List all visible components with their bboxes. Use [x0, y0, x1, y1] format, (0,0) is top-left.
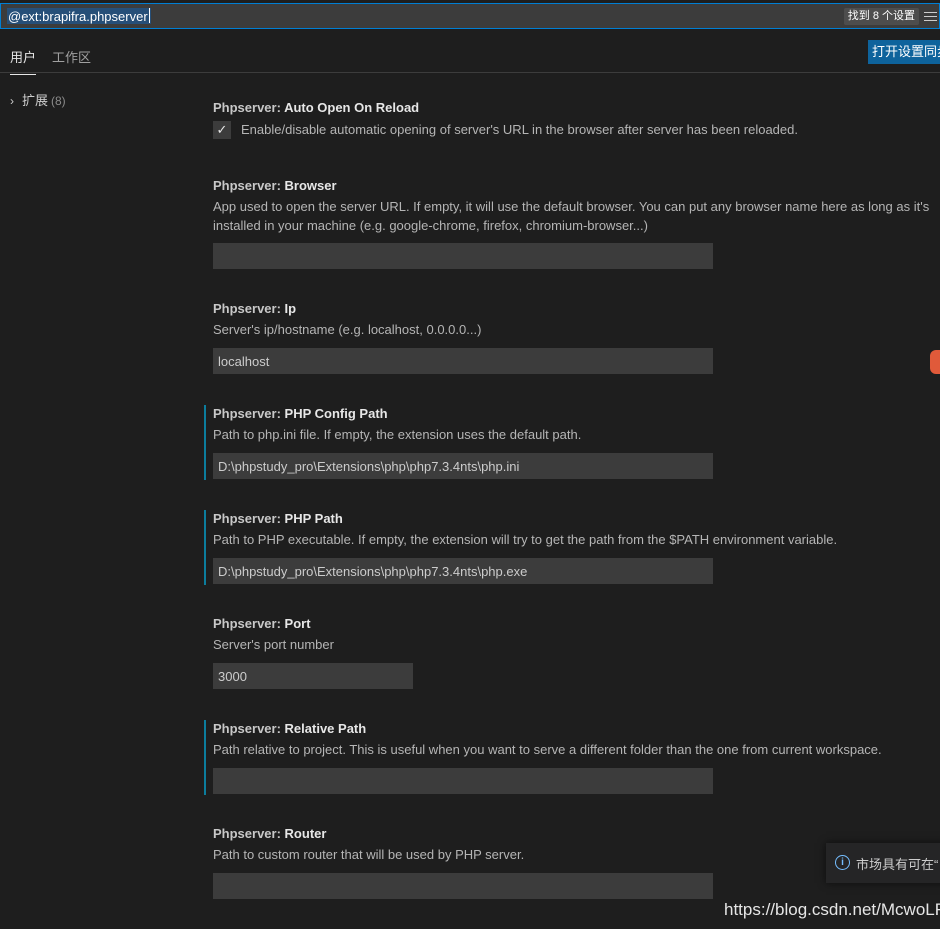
setting-auto-open-on-reload: Phpserver: Auto Open On Reload ✓ Enable/…: [204, 99, 940, 139]
tree-item-count: (8): [51, 94, 66, 108]
tree-item-label: 扩展: [22, 93, 49, 108]
setting-description: Enable/disable automatic opening of serv…: [241, 122, 798, 137]
setting-title: Phpserver: Relative Path: [213, 721, 367, 736]
tab-user[interactable]: 用户: [10, 47, 37, 75]
browser-input[interactable]: [213, 243, 713, 269]
settings-search-bar: @ext:brapifra.phpserver 找到 8 个设置: [0, 3, 940, 29]
php-path-input[interactable]: [213, 558, 713, 584]
setting-relative-path: Phpserver: Relative Path Path relative t…: [204, 720, 940, 795]
info-icon: i: [835, 855, 850, 870]
setting-description: Server's port number: [213, 637, 334, 652]
setting-description: Path relative to project. This is useful…: [213, 742, 882, 757]
setting-description: Path to php.ini file. If empty, the exte…: [213, 427, 582, 442]
php-config-path-input[interactable]: [213, 453, 713, 479]
tab-workspace[interactable]: 工作区: [52, 47, 91, 74]
setting-browser: Phpserver: Browser App used to open the …: [204, 177, 940, 269]
checkmark-icon: ✓: [216, 121, 228, 137]
setting-title: Phpserver: Browser: [213, 178, 337, 193]
tree-item-extensions[interactable]: › 扩展 (8): [10, 90, 66, 109]
setting-title: Phpserver: PHP Config Path: [213, 406, 388, 421]
setting-description: App used to open the server URL. If empt…: [213, 199, 930, 233]
setting-title: Phpserver: Router: [213, 826, 327, 841]
side-badge-icon: [930, 350, 940, 374]
settings-scope-tabs: 用户 工作区: [0, 40, 940, 75]
watermark-text: https://blog.csdn.net/McwoLF: [724, 900, 940, 919]
notification-toast[interactable]: i 市场具有可在“: [826, 843, 940, 883]
setting-title: Phpserver: Ip: [213, 301, 297, 316]
setting-port: Phpserver: Port Server's port number: [204, 615, 940, 689]
notification-text: 市场具有可在“: [856, 857, 939, 872]
settings-search-input[interactable]: [7, 4, 827, 28]
setting-title: Phpserver: Port: [213, 616, 311, 631]
relative-path-input[interactable]: [213, 768, 713, 794]
search-result-count: 找到 8 个设置: [843, 8, 919, 25]
filter-list-icon[interactable]: [924, 9, 937, 23]
router-input[interactable]: [213, 873, 713, 899]
port-input[interactable]: [213, 663, 413, 689]
chevron-right-icon: ›: [10, 94, 14, 108]
setting-ip: Phpserver: Ip Server's ip/hostname (e.g.…: [204, 300, 940, 374]
setting-title: Phpserver: PHP Path: [213, 511, 343, 526]
setting-description: Path to PHP executable. If empty, the ex…: [213, 532, 838, 547]
setting-php-config-path: Phpserver: PHP Config Path Path to php.i…: [204, 405, 940, 480]
setting-php-path: Phpserver: PHP Path Path to PHP executab…: [204, 510, 940, 585]
ip-input[interactable]: [213, 348, 713, 374]
setting-description: Server's ip/hostname (e.g. localhost, 0.…: [213, 322, 482, 337]
auto-open-checkbox[interactable]: ✓: [213, 120, 231, 139]
setting-title: Phpserver: Auto Open On Reload: [213, 100, 420, 115]
settings-sync-button[interactable]: 打开设置同步: [868, 40, 940, 64]
